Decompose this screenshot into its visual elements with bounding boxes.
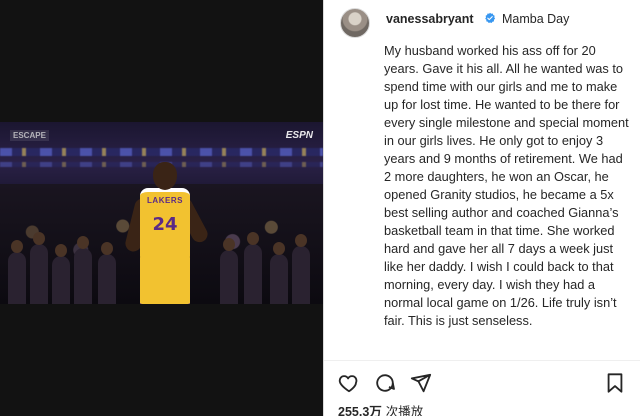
broadcast-logo-espn: ESPN <box>285 130 313 141</box>
video-player[interactable]: LAKERS 24 ESCAPE ESPN <box>0 122 323 304</box>
comment-button[interactable] <box>374 372 396 394</box>
avatar[interactable] <box>340 8 370 38</box>
player-head <box>153 162 177 190</box>
comment-icon <box>376 374 395 392</box>
share-button[interactable] <box>410 372 432 394</box>
like-button[interactable] <box>338 372 360 394</box>
bookmark-icon <box>607 373 623 393</box>
post-header: vanessabryant Mamba Day <box>324 0 640 38</box>
crowd-person <box>74 236 92 304</box>
crowd-person <box>220 238 238 304</box>
paper-plane-icon <box>410 373 432 393</box>
post-caption: My husband worked his ass off for 20 yea… <box>384 43 629 328</box>
broadcast-logo-left: ESCAPE <box>10 130 49 141</box>
arena-lights <box>0 148 323 156</box>
views-label: 次播放 <box>385 405 424 416</box>
jersey-number-text: 24 <box>152 214 178 235</box>
instagram-post: LAKERS 24 ESCAPE ESPN vanessabryant Mamb… <box>0 0 640 416</box>
crowd-person <box>30 232 48 304</box>
post-media-panel[interactable]: LAKERS 24 ESCAPE ESPN <box>0 0 323 416</box>
crowd-person <box>244 232 262 304</box>
header-caption: Mamba Day <box>502 12 570 26</box>
player-figure: LAKERS 24 <box>123 162 211 304</box>
heart-icon <box>338 375 358 393</box>
verified-badge-icon <box>485 12 496 24</box>
crowd-person <box>52 244 70 304</box>
crowd-person <box>98 242 116 304</box>
actions-divider <box>324 360 640 361</box>
crowd-person <box>270 242 288 304</box>
username-link[interactable]: vanessabryant <box>386 12 474 26</box>
views-count[interactable]: 255.3万 次播放 <box>338 401 423 416</box>
crowd-person <box>292 234 310 304</box>
views-number: 255.3万 <box>338 405 382 416</box>
post-side-panel: vanessabryant Mamba Day My husband worke… <box>324 0 640 416</box>
post-actions-bar <box>338 372 626 394</box>
save-button[interactable] <box>604 372 626 394</box>
jersey-team-text: LAKERS <box>147 196 183 205</box>
crowd-person <box>8 240 26 304</box>
player-shorts <box>140 254 190 304</box>
